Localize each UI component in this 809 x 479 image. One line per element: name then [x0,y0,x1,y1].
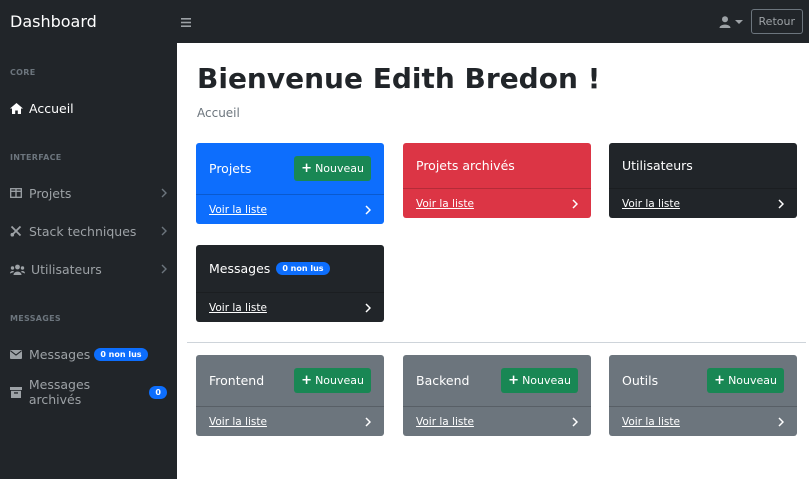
top-navbar: Dashboard Retour [0,0,809,43]
plus-icon: + [301,373,313,388]
sidebar-item-label: Stack techniques [29,223,137,239]
section-divider [187,342,806,343]
unread-badge: 0 non lus [276,262,330,275]
plus-icon: + [714,373,726,388]
tools-icon [10,225,24,237]
card-projets-archives: Projets archivés Voir la liste [403,143,591,218]
sidebar-item-stack[interactable]: Stack techniques [10,220,167,242]
nouveau-backend-button[interactable]: + Nouveau [501,368,578,393]
button-label: Nouveau [315,162,364,175]
card-utilisateurs: Utilisateurs Voir la liste [609,143,797,218]
chevron-right-icon [161,262,167,277]
plus-icon: + [508,373,520,388]
chevron-right-icon [365,204,371,215]
sidebar: CORE Accueil INTERFACE Projets Stack tec… [0,43,177,479]
main-content: Bienvenue Edith Bredon ! Accueil Projets… [177,43,809,479]
card-projets: Projets + Nouveau Voir la liste [196,143,384,224]
sidebar-item-accueil[interactable]: Accueil [10,97,167,119]
card-footer: Voir la liste [196,292,384,322]
sidebar-item-label: Messages [29,346,91,362]
chevron-right-icon [161,186,167,201]
sidebar-item-label: Messages archivés [28,377,91,407]
sidebar-item-label: Utilisateurs [31,261,102,277]
card-footer: Voir la liste [196,194,384,224]
voir-liste-link[interactable]: Voir la liste [416,198,474,210]
menu-icon[interactable] [181,12,191,31]
card-footer: Voir la liste [609,406,797,436]
sidebar-item-utilisateurs[interactable]: Utilisateurs [10,258,167,280]
card-title: Projets archivés [416,158,515,173]
sidebar-item-messages[interactable]: Messages 0 non lus [10,343,167,365]
voir-liste-link[interactable]: Voir la liste [209,204,267,216]
archived-badge: 0 [149,385,167,399]
nouveau-projet-button[interactable]: + Nouveau [294,156,371,181]
caret-down-icon [734,19,743,24]
card-messages: Messages 0 non lus Voir la liste [196,245,384,322]
card-outils: Outils + Nouveau Voir la liste [609,355,797,436]
card-title: Messages [209,261,271,276]
button-label: Nouveau [728,374,777,387]
user-icon [719,15,731,28]
archive-icon [10,386,24,398]
sidebar-item-messages-archives[interactable]: Messages archivés 0 [10,377,167,407]
button-label: Nouveau [315,374,364,387]
card-title: Projets [209,161,252,176]
sidebar-heading-interface: INTERFACE [10,153,62,162]
chevron-right-icon [572,198,578,209]
home-icon [10,102,24,114]
card-frontend: Frontend + Nouveau Voir la liste [196,355,384,436]
chevron-right-icon [778,198,784,209]
chevron-right-icon [161,224,167,239]
sidebar-heading-core: CORE [10,68,36,77]
voir-liste-link[interactable]: Voir la liste [622,198,680,210]
sidebar-item-projets[interactable]: Projets [10,182,167,204]
card-footer: Voir la liste [403,188,591,218]
voir-liste-link[interactable]: Voir la liste [209,302,267,314]
card-footer: Voir la liste [609,188,797,218]
unread-badge: 0 non lus [94,347,148,361]
user-menu[interactable] [719,15,743,28]
card-title: Backend [416,373,470,388]
envelope-icon [10,349,24,359]
sidebar-item-label: Projets [29,185,72,201]
voir-liste-link[interactable]: Voir la liste [622,416,680,428]
card-footer: Voir la liste [403,406,591,436]
brand-title[interactable]: Dashboard [10,12,177,31]
card-footer: Voir la liste [196,406,384,436]
card-title: Outils [622,373,659,388]
nouveau-frontend-button[interactable]: + Nouveau [294,368,371,393]
button-label: Nouveau [522,374,571,387]
chevron-right-icon [778,416,784,427]
card-title: Utilisateurs [622,158,693,173]
voir-liste-link[interactable]: Voir la liste [209,416,267,428]
users-icon [10,264,26,275]
card-title: Frontend [209,373,265,388]
sidebar-item-label: Accueil [29,100,74,116]
chevron-right-icon [365,302,371,313]
card-backend: Backend + Nouveau Voir la liste [403,355,591,436]
chevron-right-icon [365,416,371,427]
page-title: Bienvenue Edith Bredon ! [197,62,601,95]
columns-icon [10,188,24,198]
nouveau-outil-button[interactable]: + Nouveau [707,368,784,393]
plus-icon: + [301,161,313,176]
chevron-right-icon [572,416,578,427]
breadcrumb: Accueil [197,106,240,120]
sidebar-heading-messages: MESSAGES [10,314,61,323]
retour-button[interactable]: Retour [750,9,803,34]
voir-liste-link[interactable]: Voir la liste [416,416,474,428]
